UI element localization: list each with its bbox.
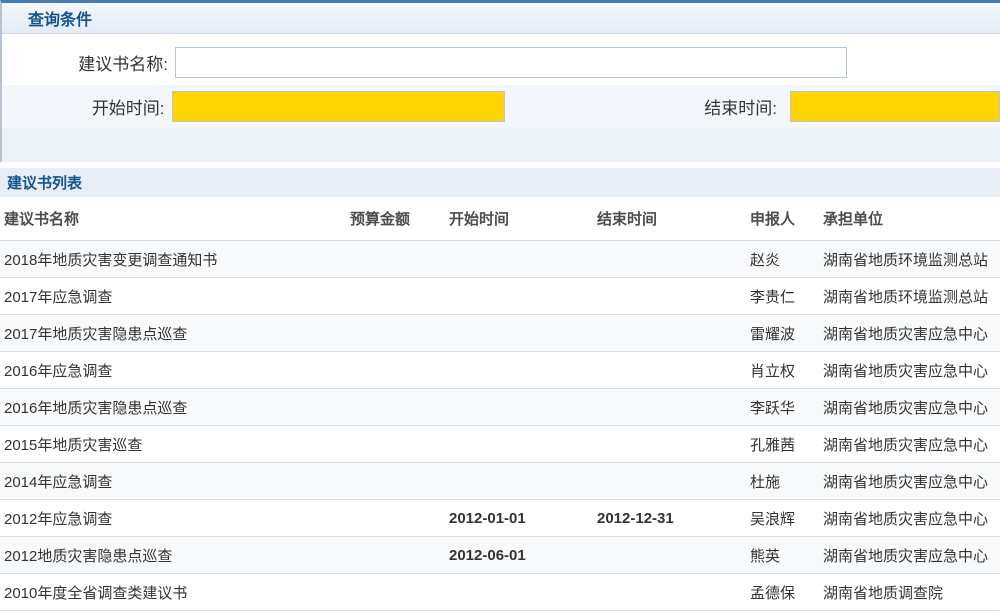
- cell-start-time: [449, 315, 597, 352]
- proposal-table: 建议书名称 预算金额 开始时间 结束时间 申报人 承担单位 2018年地质灾害变…: [0, 197, 1000, 611]
- cell-unit: 湖南省地质灾害应急中心: [823, 537, 1000, 574]
- cell-proposal-name: 2014年应急调查: [0, 463, 350, 500]
- cell-proposal-name: 2010年度全省调查类建议书: [0, 574, 350, 611]
- cell-end-time: [597, 463, 750, 500]
- cell-applicant: 杜施: [750, 463, 823, 500]
- cell-unit: 湖南省地质环境监测总站: [823, 278, 1000, 315]
- cell-budget: [350, 463, 449, 500]
- table-header-row: 建议书名称 预算金额 开始时间 结束时间 申报人 承担单位: [0, 197, 1000, 241]
- cell-proposal-name: 2017年地质灾害隐患点巡查: [0, 315, 350, 352]
- cell-start-time: [449, 241, 597, 278]
- cell-budget: [350, 278, 449, 315]
- cell-proposal-name: 2012年应急调查: [0, 500, 350, 537]
- cell-proposal-name: 2016年地质灾害隐患点巡查: [0, 389, 350, 426]
- cell-start-time: [449, 352, 597, 389]
- table-row[interactable]: 2014年应急调查 杜施 湖南省地质灾害应急中心: [0, 463, 1000, 500]
- proposal-name-input[interactable]: [175, 47, 847, 78]
- end-time-label: 结束时间:: [505, 94, 777, 119]
- proposal-list-title: 建议书列表: [7, 172, 82, 193]
- cell-applicant: 肖立权: [750, 352, 823, 389]
- cell-end-time: [597, 537, 750, 574]
- cell-budget: [350, 574, 449, 611]
- header-end-time: 结束时间: [597, 197, 750, 241]
- table-row[interactable]: 2012年应急调查 2012-01-01 2012-12-31 吴浪辉 湖南省地…: [0, 500, 1000, 537]
- cell-start-time: [449, 463, 597, 500]
- table-row[interactable]: 2016年应急调查 肖立权 湖南省地质灾害应急中心: [0, 352, 1000, 389]
- query-conditions-panel: 查询条件 建议书名称: 开始时间: 结束时间:: [0, 0, 1000, 162]
- header-start-time: 开始时间: [449, 197, 597, 241]
- cell-budget: [350, 352, 449, 389]
- table-row[interactable]: 2010年度全省调查类建议书 孟德保 湖南省地质调查院: [0, 574, 1000, 611]
- cell-end-time: [597, 389, 750, 426]
- cell-end-time: [597, 352, 750, 389]
- cell-unit: 湖南省地质灾害应急中心: [823, 463, 1000, 500]
- header-budget: 预算金额: [350, 197, 449, 241]
- cell-end-time: [597, 278, 750, 315]
- cell-unit: 湖南省地质灾害应急中心: [823, 500, 1000, 537]
- cell-start-time: [449, 426, 597, 463]
- cell-end-time: [597, 315, 750, 352]
- cell-budget: [350, 241, 449, 278]
- proposal-name-label: 建议书名称:: [2, 50, 168, 75]
- cell-budget: [350, 389, 449, 426]
- proposal-list-titlebar: 建议书列表: [0, 168, 1000, 197]
- query-panel-title: 查询条件: [28, 6, 92, 30]
- cell-start-time: [449, 574, 597, 611]
- table-row[interactable]: 2012地质灾害隐患点巡查 2012-06-01 熊英 湖南省地质灾害应急中心: [0, 537, 1000, 574]
- cell-proposal-name: 2017年应急调查: [0, 278, 350, 315]
- cell-applicant: 熊英: [750, 537, 823, 574]
- cell-end-time: [597, 241, 750, 278]
- cell-end-time: [597, 426, 750, 463]
- cell-end-time: [597, 574, 750, 611]
- time-range-row: 开始时间: 结束时间:: [2, 85, 1000, 128]
- header-proposal-name: 建议书名称: [0, 197, 350, 241]
- start-time-input[interactable]: [172, 91, 505, 122]
- end-time-input[interactable]: [790, 91, 1000, 122]
- cell-start-time: [449, 278, 597, 315]
- start-time-label: 开始时间:: [2, 94, 165, 119]
- header-unit: 承担单位: [823, 197, 1000, 241]
- cell-applicant: 孔雅茜: [750, 426, 823, 463]
- cell-proposal-name: 2018年地质灾害变更调查通知书: [0, 241, 350, 278]
- cell-start-time: 2012-01-01: [449, 500, 597, 537]
- cell-unit: 湖南省地质灾害应急中心: [823, 426, 1000, 463]
- cell-unit: 湖南省地质灾害应急中心: [823, 389, 1000, 426]
- cell-applicant: 赵炎: [750, 241, 823, 278]
- cell-applicant: 吴浪辉: [750, 500, 823, 537]
- table-row[interactable]: 2017年地质灾害隐患点巡查 雷耀波 湖南省地质灾害应急中心: [0, 315, 1000, 352]
- header-applicant: 申报人: [750, 197, 823, 241]
- cell-start-time: 2012-06-01: [449, 537, 597, 574]
- cell-budget: [350, 500, 449, 537]
- cell-proposal-name: 2016年应急调查: [0, 352, 350, 389]
- proposal-name-row: 建议书名称:: [2, 40, 1000, 85]
- cell-applicant: 孟德保: [750, 574, 823, 611]
- cell-unit: 湖南省地质调查院: [823, 574, 1000, 611]
- cell-applicant: 李跃华: [750, 389, 823, 426]
- table-row[interactable]: 2016年地质灾害隐患点巡查 李跃华 湖南省地质灾害应急中心: [0, 389, 1000, 426]
- cell-unit: 湖南省地质灾害应急中心: [823, 315, 1000, 352]
- cell-unit: 湖南省地质环境监测总站: [823, 241, 1000, 278]
- cell-applicant: 雷耀波: [750, 315, 823, 352]
- cell-budget: [350, 426, 449, 463]
- cell-budget: [350, 315, 449, 352]
- query-panel-titlebar: 查询条件: [2, 3, 1000, 34]
- cell-unit: 湖南省地质灾害应急中心: [823, 352, 1000, 389]
- table-row[interactable]: 2017年应急调查 李贵仁 湖南省地质环境监测总站: [0, 278, 1000, 315]
- cell-budget: [350, 537, 449, 574]
- cell-end-time: 2012-12-31: [597, 500, 750, 537]
- cell-proposal-name: 2015年地质灾害巡查: [0, 426, 350, 463]
- cell-start-time: [449, 389, 597, 426]
- table-row[interactable]: 2015年地质灾害巡查 孔雅茜 湖南省地质灾害应急中心: [0, 426, 1000, 463]
- cell-proposal-name: 2012地质灾害隐患点巡查: [0, 537, 350, 574]
- query-panel-footer: [2, 128, 1000, 162]
- cell-applicant: 李贵仁: [750, 278, 823, 315]
- table-row[interactable]: 2018年地质灾害变更调查通知书 赵炎 湖南省地质环境监测总站: [0, 241, 1000, 278]
